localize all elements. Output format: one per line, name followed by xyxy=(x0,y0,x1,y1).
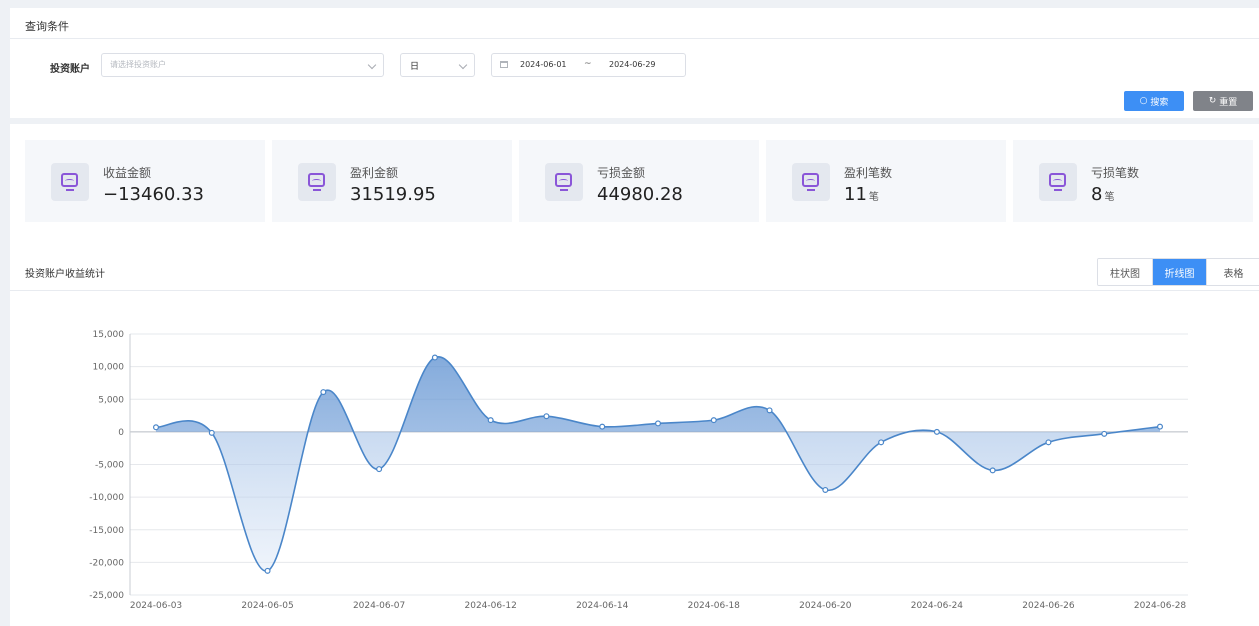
data-point xyxy=(766,407,773,414)
data-point xyxy=(153,424,160,431)
stat-card-loss-count: 亏损笔数 8笔 xyxy=(1013,140,1253,222)
data-point xyxy=(376,466,383,473)
data-point xyxy=(654,420,661,427)
monitor-icon xyxy=(1039,163,1077,201)
monitor-icon xyxy=(792,163,830,201)
data-point xyxy=(320,389,327,396)
search-button[interactable]: ○ 搜索 xyxy=(1124,91,1184,111)
period-select[interactable]: 日 xyxy=(400,53,475,77)
stat-unit: 笔 xyxy=(868,192,879,203)
stat-label: 亏损金额 xyxy=(597,166,646,180)
stat-unit: 笔 xyxy=(1104,192,1115,203)
search-icon: ○ xyxy=(1139,96,1148,106)
calendar-icon xyxy=(500,61,508,68)
monitor-icon xyxy=(545,163,583,201)
data-point xyxy=(599,423,606,430)
y-tick-label: -20,000 xyxy=(89,558,124,568)
x-tick-label: 2024-06-24 xyxy=(911,601,964,611)
date-end[interactable]: 2024-06-29 xyxy=(609,60,656,69)
y-tick-label: 10,000 xyxy=(93,363,125,373)
y-tick-label: 5,000 xyxy=(98,395,124,405)
stat-label: 盈利金额 xyxy=(350,166,399,180)
x-tick-label: 2024-06-14 xyxy=(576,601,629,611)
stat-label: 亏损笔数 xyxy=(1091,166,1140,180)
data-point xyxy=(1101,430,1108,437)
period-value: 日 xyxy=(410,62,420,72)
chevron-down-icon xyxy=(367,60,377,70)
stats-panel: 收益金额 −13460.33 盈利金额 31519.95 亏损金额 44980.… xyxy=(10,124,1259,234)
query-panel: 查询条件 投资账户 请选择投资账户 日 2024-06-01 ~ 2024-06… xyxy=(10,8,1259,118)
stat-number: 8 xyxy=(1091,184,1103,205)
stat-value: 44980.28 xyxy=(597,184,685,205)
y-tick-label: 15,000 xyxy=(93,330,125,340)
data-point xyxy=(989,467,996,474)
data-point xyxy=(933,428,940,435)
stat-label: 盈利笔数 xyxy=(844,166,893,180)
x-tick-label: 2024-06-28 xyxy=(1134,601,1187,611)
x-tick-label: 2024-06-12 xyxy=(465,601,517,611)
y-tick-label: -15,000 xyxy=(89,526,124,536)
date-separator: ~ xyxy=(584,59,592,69)
x-tick-label: 2024-06-18 xyxy=(688,601,741,611)
data-point xyxy=(431,354,438,361)
data-point xyxy=(822,486,829,493)
stat-value: 11 笔 xyxy=(844,184,879,205)
stat-number: −13460.33 xyxy=(103,184,204,205)
data-point xyxy=(1045,439,1052,446)
data-point xyxy=(1156,423,1163,430)
stat-value: 8笔 xyxy=(1091,184,1114,205)
x-tick-label: 2024-06-07 xyxy=(353,601,405,611)
stat-card-gain-amount: 盈利金额 31519.95 xyxy=(272,140,512,222)
refresh-icon: ↻ xyxy=(1208,96,1217,106)
data-point xyxy=(878,439,885,446)
account-label: 投资账户 xyxy=(50,64,90,75)
stat-card-profit-amount: 收益金额 −13460.33 xyxy=(25,140,265,222)
data-point xyxy=(710,417,717,424)
query-title: 查询条件 xyxy=(25,20,69,33)
y-tick-label: -5,000 xyxy=(95,461,124,471)
data-point xyxy=(487,417,494,424)
date-range-picker[interactable]: 2024-06-01 ~ 2024-06-29 xyxy=(491,53,686,77)
data-point xyxy=(264,567,271,574)
stat-card-loss-amount: 亏损金额 44980.28 xyxy=(519,140,759,222)
chart-section: 投资账户收益统计 柱状图 折线图 表格 15,000 10,000 5,000 0 -5… xyxy=(10,234,1259,626)
monitor-icon xyxy=(298,163,336,201)
data-point xyxy=(543,413,550,420)
stat-value: 31519.95 xyxy=(350,184,438,205)
y-tick-label: -25,000 xyxy=(89,591,124,601)
stat-label: 收益金额 xyxy=(103,166,152,180)
reset-button[interactable]: ↻ 重置 xyxy=(1193,91,1253,111)
x-tick-label: 2024-06-03 xyxy=(130,601,182,611)
x-tick-label: 2024-06-26 xyxy=(1022,601,1075,611)
y-tick-label: -10,000 xyxy=(89,493,124,503)
account-select[interactable]: 请选择投资账户 xyxy=(101,53,384,77)
x-tick-label: 2024-06-05 xyxy=(241,601,293,611)
x-tick-label: 2024-06-20 xyxy=(799,601,852,611)
stat-card-gain-count: 盈利笔数 11 笔 xyxy=(766,140,1006,222)
stat-value: −13460.33 xyxy=(103,184,206,205)
stat-number: 44980.28 xyxy=(597,184,683,205)
divider xyxy=(10,38,1259,39)
search-label: 搜索 xyxy=(1150,97,1169,108)
area-negative xyxy=(156,431,1160,571)
stat-number: 31519.95 xyxy=(350,184,436,205)
account-placeholder: 请选择投资账户 xyxy=(110,60,166,69)
chevron-down-icon xyxy=(458,60,468,70)
stat-number: 11 xyxy=(844,184,867,205)
date-start[interactable]: 2024-06-01 xyxy=(520,60,567,69)
line-chart: 15,000 10,000 5,000 0 -5,000 -10,000 -15,000 -2… xyxy=(89,330,1188,611)
data-point xyxy=(208,429,215,436)
y-tick-label: 0 xyxy=(118,428,124,438)
reset-label: 重置 xyxy=(1219,97,1238,108)
monitor-icon xyxy=(51,163,89,201)
